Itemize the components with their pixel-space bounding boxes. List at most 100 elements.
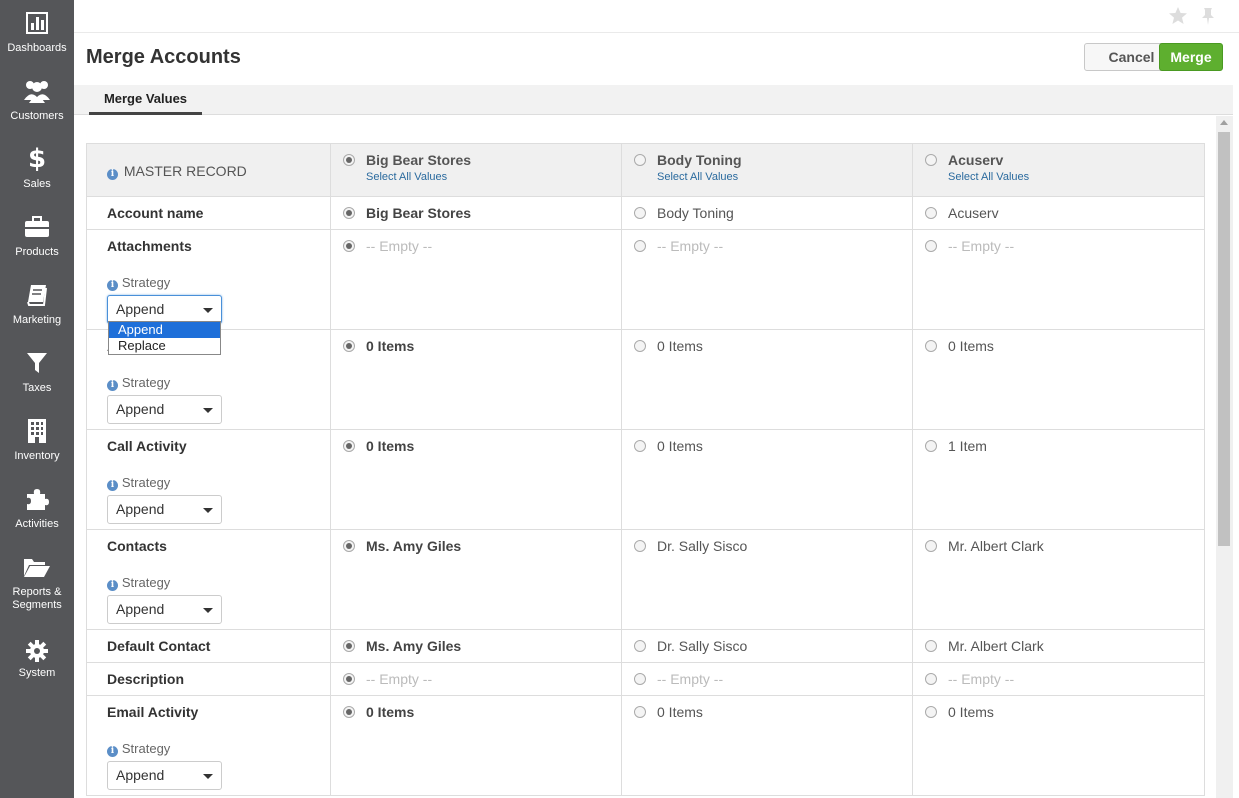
users-icon <box>22 78 52 104</box>
value-cell[interactable]: Body Toning <box>621 196 913 230</box>
strategy-select[interactable]: Append <box>107 495 222 524</box>
master-radio[interactable] <box>925 154 937 166</box>
value-cell[interactable]: 0 Items <box>330 695 622 796</box>
value-radio[interactable] <box>925 340 937 352</box>
value-text: -- Empty -- <box>366 238 433 254</box>
table-row: Call Activity i Strategy Append 0 Items … <box>86 429 1205 530</box>
sidebar-item-customers[interactable]: Customers <box>0 68 74 136</box>
value-cell[interactable]: -- Empty -- <box>330 229 622 330</box>
value-cell[interactable]: Ms. Amy Giles <box>330 529 622 630</box>
value-text: Ms. Amy Giles <box>366 538 462 554</box>
value-radio[interactable] <box>343 706 355 718</box>
sidebar-item-dashboards[interactable]: Dashboards <box>0 0 74 68</box>
dropdown-option-append[interactable]: Append <box>109 322 220 338</box>
strategy-select[interactable]: Append <box>107 295 222 324</box>
record-name: Big Bear Stores <box>366 152 472 168</box>
dropdown-option-replace[interactable]: Replace <box>109 338 220 354</box>
value-cell[interactable]: 0 Items <box>621 429 913 530</box>
value-cell[interactable]: 0 Items <box>330 329 622 430</box>
value-radio[interactable] <box>634 540 646 552</box>
value-radio[interactable] <box>343 240 355 252</box>
star-icon[interactable] <box>1168 6 1188 26</box>
merge-table: i MASTER RECORD Big Bear Stores Select A… <box>86 143 1205 796</box>
sidebar: Dashboards Customers $ Sales Products Ma… <box>0 0 74 798</box>
value-cell[interactable]: Big Bear Stores <box>330 196 622 230</box>
value-cell[interactable]: Mr. Albert Clark <box>912 629 1205 663</box>
value-cell[interactable]: 0 Items <box>330 429 622 530</box>
value-radio[interactable] <box>343 340 355 352</box>
strategy-select[interactable]: Append <box>107 595 222 624</box>
value-text: 0 Items <box>366 438 415 454</box>
select-all-values-link[interactable]: Select All Values <box>366 171 621 183</box>
value-cell[interactable]: 0 Items <box>621 329 913 430</box>
value-radio[interactable] <box>343 207 355 219</box>
value-radio[interactable] <box>634 207 646 219</box>
value-cell[interactable]: 0 Items <box>621 695 913 796</box>
sidebar-item-label: Sales <box>23 178 51 190</box>
merge-content: i MASTER RECORD Big Bear Stores Select A… <box>74 116 1216 798</box>
pin-icon[interactable] <box>1198 6 1218 26</box>
sidebar-item-taxes[interactable]: Taxes <box>0 340 74 408</box>
value-cell[interactable]: 0 Items <box>912 329 1205 430</box>
value-cell[interactable]: -- Empty -- <box>621 662 913 696</box>
value-radio[interactable] <box>925 673 937 685</box>
value-cell[interactable]: Mr. Albert Clark <box>912 529 1205 630</box>
sidebar-item-system[interactable]: System <box>0 628 74 696</box>
strategy-select[interactable]: Append <box>107 395 222 424</box>
master-radio[interactable] <box>343 154 355 166</box>
chevron-down-icon <box>203 408 213 413</box>
value-cell[interactable]: Dr. Sally Sisco <box>621 529 913 630</box>
value-radio[interactable] <box>634 240 646 252</box>
value-radio[interactable] <box>925 240 937 252</box>
sidebar-item-inventory[interactable]: Inventory <box>0 408 74 476</box>
strategy-row: i Strategy <box>107 274 330 291</box>
value-cell[interactable]: Acuserv <box>912 196 1205 230</box>
scrollbar-thumb[interactable] <box>1218 132 1230 546</box>
value-radio[interactable] <box>634 640 646 652</box>
value-radio[interactable] <box>343 540 355 552</box>
value-radio[interactable] <box>925 540 937 552</box>
record-column-header: Big Bear Stores Select All Values <box>330 143 622 197</box>
merge-button[interactable]: Merge <box>1159 43 1223 71</box>
sidebar-item-activities[interactable]: Activities <box>0 476 74 544</box>
sidebar-item-sales[interactable]: $ Sales <box>0 136 74 204</box>
sidebar-item-label: Taxes <box>22 382 52 394</box>
tab-merge-values[interactable]: Merge Values <box>89 85 202 115</box>
sidebar-item-products[interactable]: Products <box>0 204 74 272</box>
strategy-select[interactable]: Append <box>107 761 222 790</box>
value-radio[interactable] <box>343 440 355 452</box>
table-row: Account name Big Bear Stores Body Toning… <box>86 196 1205 230</box>
master-record-header: i MASTER RECORD <box>86 143 331 197</box>
value-radio[interactable] <box>343 673 355 685</box>
sidebar-item-reports[interactable]: Reports & Segments <box>0 544 74 612</box>
value-cell[interactable]: -- Empty -- <box>912 662 1205 696</box>
value-radio[interactable] <box>634 673 646 685</box>
value-radio[interactable] <box>925 440 937 452</box>
value-cell[interactable]: 0 Items <box>912 695 1205 796</box>
value-cell[interactable]: -- Empty -- <box>621 229 913 330</box>
field-cell: Attachments i Strategy Append <box>86 229 331 330</box>
value-cell[interactable]: 1 Item <box>912 429 1205 530</box>
value-cell[interactable]: Ms. Amy Giles <box>330 629 622 663</box>
value-radio[interactable] <box>634 340 646 352</box>
value-radio[interactable] <box>634 440 646 452</box>
value-radio[interactable] <box>925 706 937 718</box>
puzzle-icon <box>22 486 52 512</box>
value-radio[interactable] <box>343 640 355 652</box>
value-radio[interactable] <box>925 207 937 219</box>
value-cell[interactable]: -- Empty -- <box>912 229 1205 330</box>
select-all-values-link[interactable]: Select All Values <box>948 171 1204 183</box>
field-name: Email Activity <box>107 704 199 720</box>
value-text: 0 Items <box>948 704 994 720</box>
value-radio[interactable] <box>925 640 937 652</box>
master-radio[interactable] <box>634 154 646 166</box>
select-all-values-link[interactable]: Select All Values <box>657 171 912 183</box>
value-text: Dr. Sally Sisco <box>657 638 748 654</box>
value-cell[interactable]: Dr. Sally Sisco <box>621 629 913 663</box>
sidebar-item-marketing[interactable]: Marketing <box>0 272 74 340</box>
value-cell[interactable]: -- Empty -- <box>330 662 622 696</box>
field-name: Attachments <box>107 238 192 254</box>
scroll-up-arrow-icon[interactable] <box>1220 120 1228 125</box>
value-radio[interactable] <box>634 706 646 718</box>
vertical-scrollbar[interactable] <box>1216 116 1233 798</box>
